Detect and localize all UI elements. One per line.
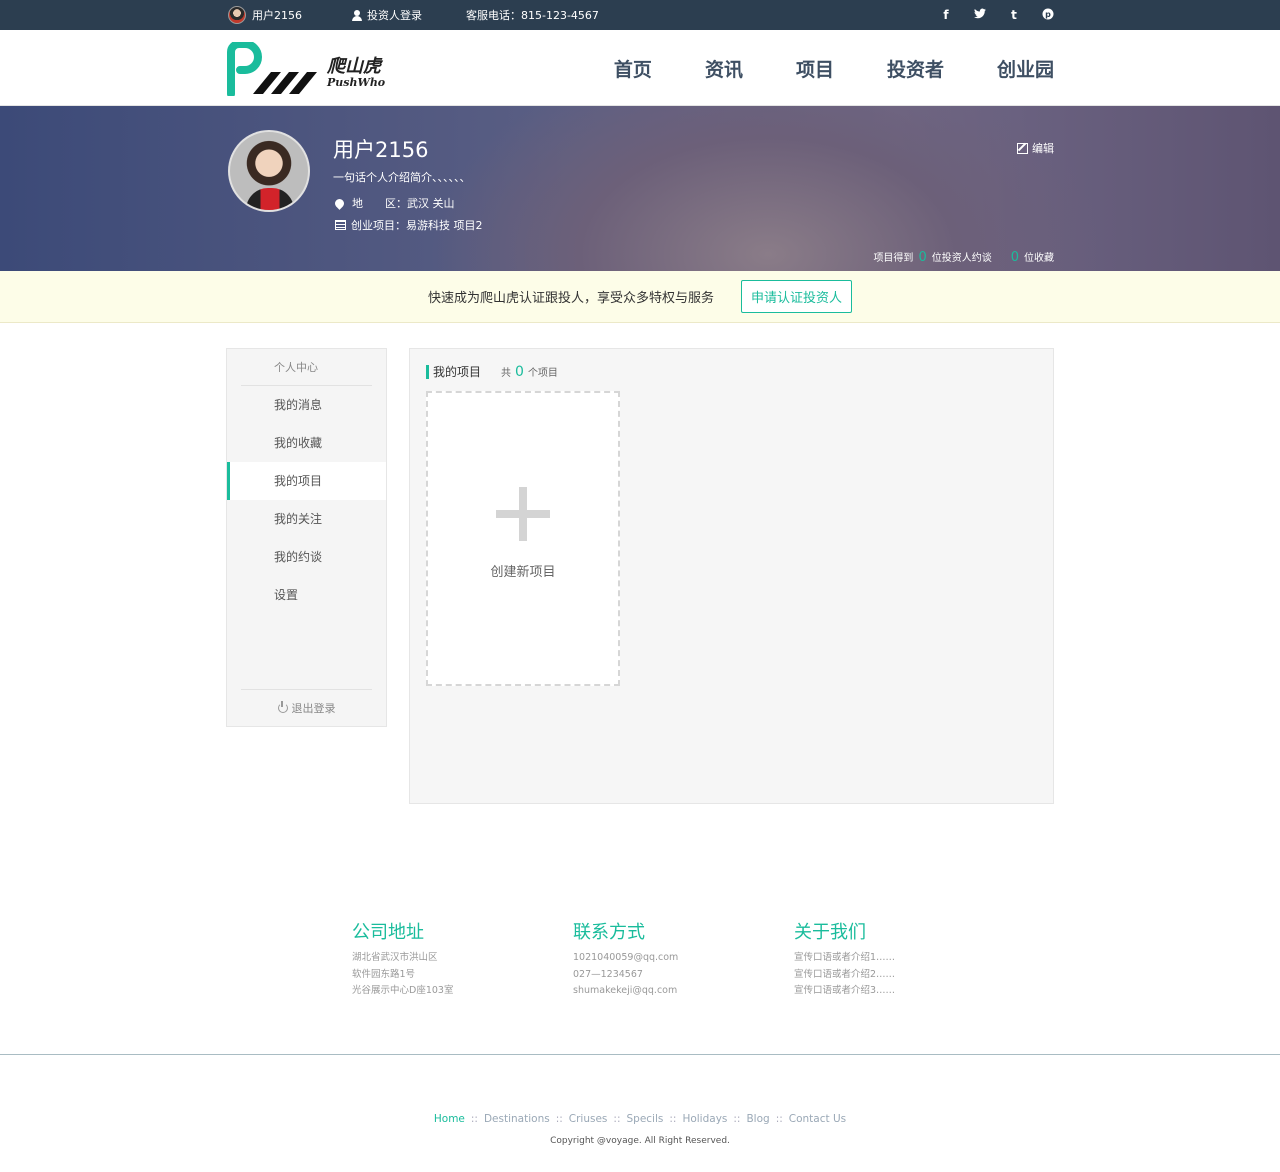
edit-icon: [1017, 142, 1028, 154]
sidebar-item-appointments[interactable]: 我的约谈: [227, 538, 386, 576]
investor-notice-bar: 快速成为爬山虎认证跟投人，享受众多特权与服务 申请认证投资人: [0, 271, 1280, 323]
topbar-user[interactable]: 用户2156: [228, 6, 302, 24]
svg-text:p: p: [1045, 10, 1051, 19]
footer-contact-email[interactable]: 1021040059@qq.com: [573, 950, 794, 967]
investor-login-link[interactable]: 投资人登录: [352, 7, 422, 23]
sidebar-item-settings[interactable]: 设置: [227, 576, 386, 614]
project-count: 共 0 个项目: [501, 364, 558, 380]
footer-link-home[interactable]: Home: [434, 1113, 465, 1125]
nav-news[interactable]: 资讯: [705, 55, 743, 82]
footer-divider: [0, 1054, 1280, 1055]
sidebar-item-my-projects[interactable]: 我的项目: [227, 462, 386, 500]
footer-address: 公司地址 湖北省武汉市洪山区 软件园东路1号 光谷展示中心D座103室: [352, 918, 573, 1000]
sidebar-item-following[interactable]: 我的关注: [227, 500, 386, 538]
plus-icon: [496, 487, 550, 541]
profile-projects: 创业项目： 易游科技 项目2: [335, 217, 483, 233]
service-phone: 客服电话：815-123-4567: [466, 9, 599, 22]
sidebar-item-messages[interactable]: 我的消息: [227, 386, 386, 424]
create-project-card[interactable]: 创建新项目: [426, 391, 620, 686]
footer-link-specials[interactable]: Specils: [626, 1113, 663, 1125]
create-project-label: 创建新项目: [490, 565, 556, 580]
panel-title: 我的项目 共 0 个项目: [426, 363, 558, 380]
footer-contact-phone: 027—1234567: [573, 968, 643, 980]
site-logo[interactable]: 爬山虎 PushWho: [227, 40, 387, 98]
power-icon: [277, 701, 288, 713]
stats-prefix: 项目得到: [873, 253, 914, 264]
footer-contact-email[interactable]: shumakekeji@qq.com: [573, 983, 794, 1000]
location-label: 地 区：: [352, 197, 407, 210]
footer-address-title: 公司地址: [352, 922, 424, 943]
logout-button[interactable]: 退出登录: [241, 689, 372, 726]
edit-profile-button[interactable]: 编辑: [1017, 140, 1054, 156]
tumblr-icon[interactable]: t: [1008, 8, 1020, 23]
footer-link-blog[interactable]: Blog: [746, 1113, 769, 1125]
footer-about-line: 宣传口语或者介绍2……: [794, 968, 896, 980]
nav-projects[interactable]: 项目: [796, 55, 834, 82]
footer-link-contact[interactable]: Contact Us: [789, 1113, 846, 1125]
project-label: 创业项目：: [351, 219, 406, 232]
site-header: 爬山虎 PushWho 首页 资讯 项目 投资者 创业园: [0, 30, 1280, 106]
stats-investor-count: 0: [918, 250, 927, 265]
logo-mark-icon: [227, 40, 317, 98]
count-suffix: 个项目: [527, 368, 558, 379]
footer-address-line: 光谷展示中心D座103室: [352, 985, 454, 996]
footer-about-line: 宣传口语或者介绍3……: [794, 985, 896, 996]
footer-link-cruises[interactable]: Criuses: [569, 1113, 608, 1125]
stats-favorite-count: 0: [1010, 250, 1019, 265]
nav-home[interactable]: 首页: [614, 55, 652, 82]
title-accent-bar: [426, 364, 429, 379]
edit-label: 编辑: [1032, 142, 1054, 155]
count-value: 0: [515, 364, 524, 380]
logo-cn-text: 爬山虎: [327, 56, 381, 77]
profile-avatar[interactable]: [228, 130, 310, 212]
profile-location: 地 区： 武汉 关山: [333, 195, 455, 211]
main-nav: 首页 资讯 项目 投资者 创业园: [614, 30, 1054, 106]
user-avatar-small: [228, 6, 246, 24]
topbar-username: 用户2156: [252, 9, 302, 22]
profile-banner: 用户2156 一句话个人介绍简介、、、、、、 地 区： 武汉 关山 创业项目： 易游…: [0, 106, 1280, 271]
footer-about-line: 宣传口语或者介绍1……: [794, 952, 896, 963]
location-value: 武汉 关山: [407, 197, 455, 210]
nav-investors[interactable]: 投资者: [887, 55, 944, 82]
facebook-icon[interactable]: f: [940, 8, 952, 23]
twitter-icon[interactable]: [974, 8, 986, 23]
profile-bio: 一句话个人介绍简介、、、、、、: [333, 171, 471, 184]
top-bar: 用户2156 投资人登录 客服电话：815-123-4567 f t p: [0, 0, 1280, 30]
footer-contact-title: 联系方式: [573, 922, 645, 943]
footer-contact: 联系方式 1021040059@qq.com 027—1234567 shuma…: [573, 918, 794, 1000]
sidebar-item-favorites[interactable]: 我的收藏: [227, 424, 386, 462]
sidebar-head: 个人中心: [241, 349, 372, 386]
project-value: 易游科技 项目2: [406, 219, 483, 232]
count-prefix: 共: [501, 368, 512, 379]
apply-investor-button[interactable]: 申请认证投资人: [741, 280, 853, 313]
nav-startup-park[interactable]: 创业园: [997, 55, 1054, 82]
stats-favorite-label: 位收藏: [1024, 253, 1054, 264]
social-links: f t p: [940, 8, 1054, 23]
footer-link-holidays[interactable]: Holidays: [682, 1113, 727, 1125]
stats-investor-label: 位投资人约谈: [931, 253, 992, 264]
person-icon: [352, 9, 362, 21]
footer-link-destinations[interactable]: Destinations: [484, 1113, 550, 1125]
profile-name: 用户2156: [333, 138, 429, 162]
footer-columns: 公司地址 湖北省武汉市洪山区 软件园东路1号 光谷展示中心D座103室 联系方式…: [352, 918, 1015, 1000]
notice-text: 快速成为爬山虎认证跟投人，享受众多特权与服务: [427, 291, 714, 306]
profile-stats: 项目得到 0 位投资人约谈 0 位收藏: [873, 249, 1054, 265]
panel-title-text: 我的项目: [433, 365, 482, 379]
footer-address-line: 湖北省武汉市洪山区: [352, 952, 438, 963]
footer-links: Home:: Destinations:: Criuses:: Specils:: Ho…: [433, 1113, 847, 1125]
footer-about-title: 关于我们: [794, 922, 866, 943]
copyright: Copyright @voyage. All Right Reserved.: [550, 1136, 730, 1146]
location-pin-icon: [333, 196, 346, 210]
user-center-sidebar: 个人中心 我的消息 我的收藏 我的项目 我的关注 我的约谈 设置 退出登录: [226, 348, 387, 727]
my-projects-panel: 我的项目 共 0 个项目 创建新项目: [409, 348, 1054, 804]
investor-login-label: 投资人登录: [367, 9, 422, 22]
footer-about: 关于我们 宣传口语或者介绍1…… 宣传口语或者介绍2…… 宣传口语或者介绍3……: [794, 918, 1015, 1000]
pinterest-icon[interactable]: p: [1042, 8, 1054, 23]
logo-en-text: PushWho: [327, 76, 386, 89]
list-icon: [335, 220, 346, 230]
logout-label: 退出登录: [291, 702, 336, 715]
footer-address-line: 软件园东路1号: [352, 968, 416, 980]
